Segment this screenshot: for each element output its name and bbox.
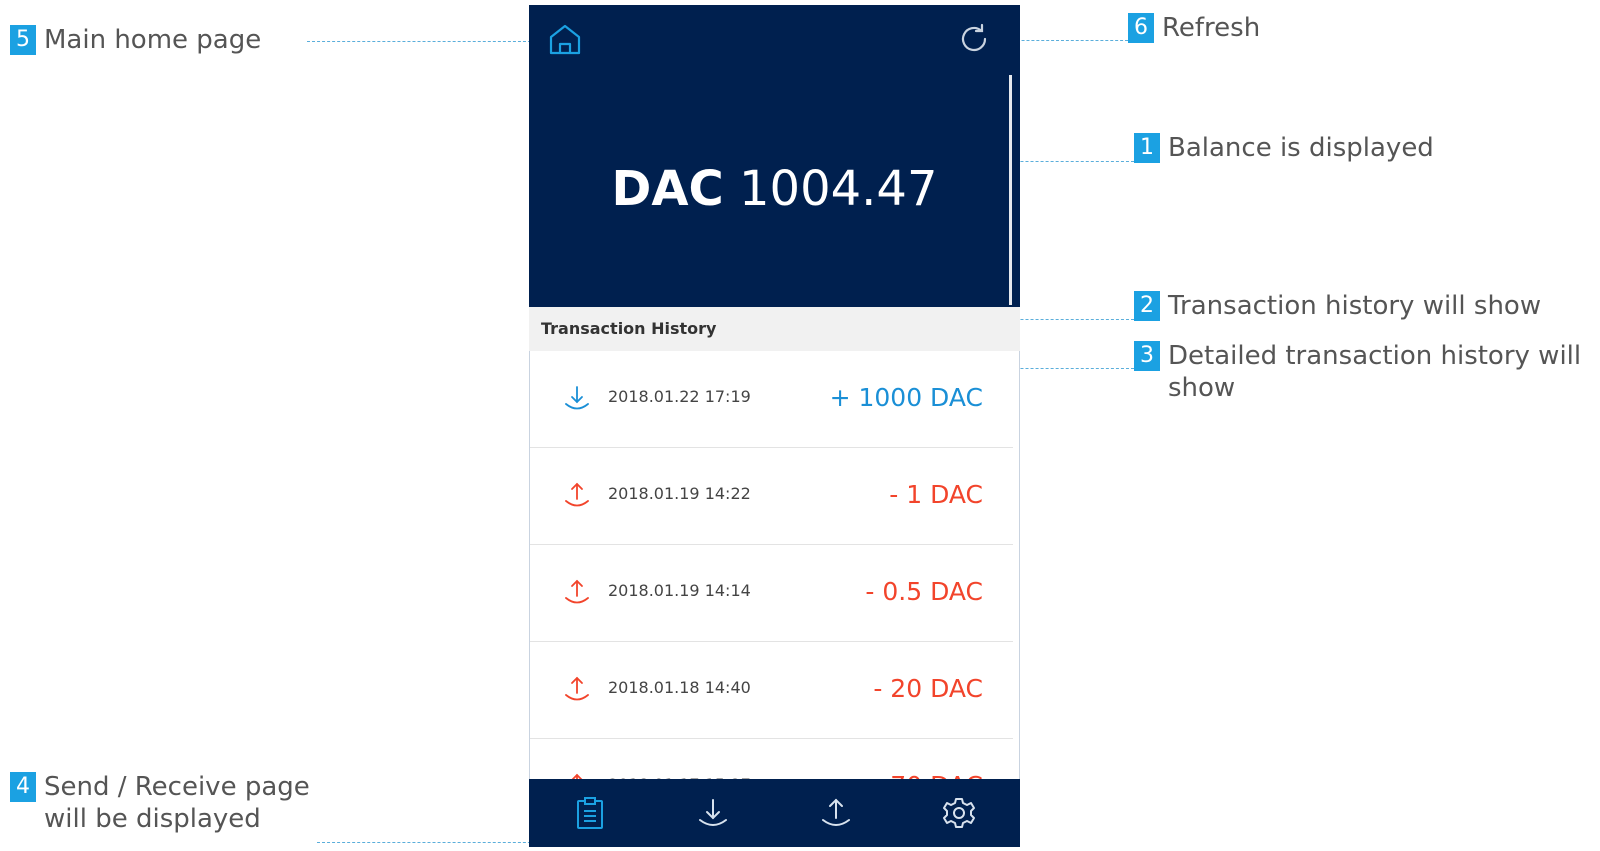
tab-send[interactable] [816, 793, 856, 833]
balance-panel: DAC 1004.47 [529, 71, 1020, 307]
transaction-datetime: 2018.01.19 14:22 [608, 484, 751, 503]
transaction-amount: + 1000 DAC [829, 383, 983, 412]
annotation-4: 4 Send / Receive page will be displayed [10, 771, 310, 835]
leader-line [307, 41, 531, 42]
balance-amount: 1004.47 [738, 161, 938, 217]
gear-icon [942, 798, 975, 828]
send-arrow-icon [562, 578, 592, 608]
download-icon [699, 799, 728, 826]
annotation-badge: 6 [1128, 13, 1154, 43]
transaction-amount: - 20 DAC [873, 674, 983, 703]
tab-settings[interactable] [939, 793, 979, 833]
annotation-5: 5 Main home page [10, 24, 261, 56]
leader-line [317, 842, 551, 843]
transaction-datetime: 2018.01.19 14:14 [608, 581, 751, 600]
refresh-button[interactable] [954, 19, 994, 59]
top-bar [529, 5, 1020, 71]
transaction-amount: - 0.5 DAC [865, 577, 983, 606]
annotation-text: Main home page [44, 25, 262, 55]
annotation-text: Balance is displayed [1168, 133, 1434, 163]
annotation-text: Send / Receive page [44, 772, 310, 802]
send-arrow-icon [562, 772, 592, 779]
annotation-6: 6 Refresh [1128, 12, 1260, 44]
send-arrow-icon [562, 481, 592, 511]
transaction-row[interactable]: 2018.01.19 14:14 - 0.5 DAC [530, 545, 1013, 642]
annotation-1: 1 Balance is displayed [1134, 132, 1434, 164]
annotation-text: will be displayed [44, 804, 261, 834]
annotation-text: show [1168, 373, 1236, 403]
annotation-text: Detailed transaction history will [1168, 341, 1582, 371]
annotation-2: 2 Transaction history will show [1134, 290, 1541, 322]
refresh-icon [961, 23, 987, 52]
tab-history[interactable] [570, 793, 610, 833]
upload-icon [821, 798, 850, 826]
home-button[interactable] [545, 19, 585, 59]
receive-arrow-icon [562, 384, 592, 414]
balance-display: DAC 1004.47 [529, 161, 1020, 217]
transaction-history-header: Transaction History [529, 307, 1020, 351]
annotation-badge: 4 [10, 772, 36, 802]
annotation-badge: 5 [10, 25, 36, 55]
transaction-row[interactable]: 2018.01.19 14:22 - 1 DAC [530, 448, 1013, 545]
annotation-text: Refresh [1162, 13, 1261, 43]
balance-currency: DAC [611, 161, 724, 217]
send-arrow-icon [562, 675, 592, 705]
scrollbar[interactable] [1009, 75, 1012, 305]
transaction-amount: - 1 DAC [889, 480, 983, 509]
clipboard-icon [577, 797, 604, 829]
phone-screen: DAC 1004.47 Transaction History 2018.01.… [529, 5, 1020, 847]
transaction-row[interactable]: 2018.01.22 17:19 + 1000 DAC [530, 351, 1013, 448]
annotation-text: Transaction history will show [1168, 291, 1542, 321]
annotation-3: 3 Detailed transaction history will show [1134, 340, 1581, 404]
annotation-badge: 3 [1134, 341, 1160, 371]
transaction-row[interactable]: 2018.01.18 14:40 - 20 DAC [530, 642, 1013, 739]
transaction-datetime: 2018.01.22 17:19 [608, 387, 751, 406]
annotation-badge: 2 [1134, 291, 1160, 321]
bottom-tab-bar [529, 779, 1020, 847]
annotation-text-block: Detailed transaction history will show [1168, 340, 1581, 404]
annotation-text-block: Send / Receive page will be displayed [44, 771, 310, 835]
transaction-row[interactable]: 2018.01.17 15:27- 70 DAC [530, 739, 1013, 779]
transaction-datetime: 2018.01.18 14:40 [608, 678, 751, 697]
annotation-badge: 1 [1134, 133, 1160, 163]
transaction-amount: - 70 DAC [873, 771, 983, 779]
tab-receive[interactable] [693, 793, 733, 833]
transaction-list[interactable]: 2018.01.22 17:19 + 1000 DAC 2018.01.19 14:… [529, 351, 1020, 779]
home-icon [549, 24, 581, 55]
